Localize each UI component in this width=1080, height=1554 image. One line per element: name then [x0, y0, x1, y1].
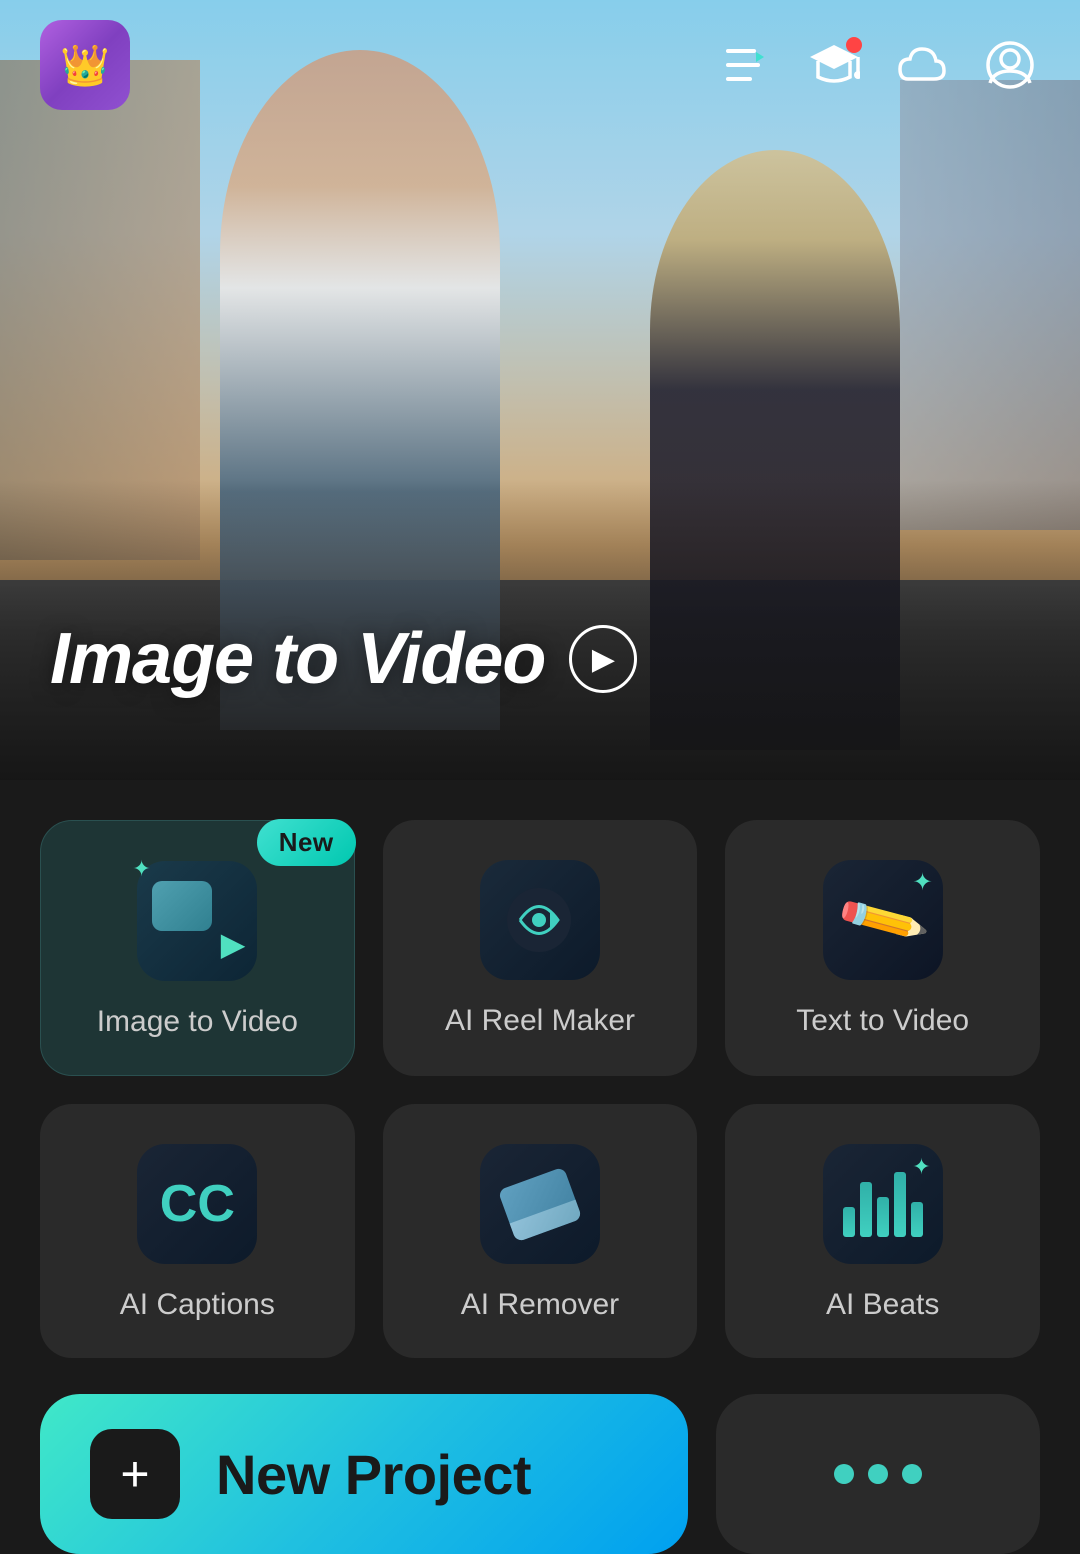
tool-card-ai-reel-maker[interactable]: AI Reel Maker	[383, 820, 698, 1076]
dot-1	[834, 1464, 854, 1484]
list-icon[interactable]	[716, 35, 776, 95]
more-dots	[834, 1464, 922, 1484]
ai-remover-icon-wrapper	[480, 1144, 600, 1264]
nav-icons-group	[716, 35, 1040, 95]
ai-reel-maker-icon-wrapper	[480, 860, 600, 980]
play-icon: ▶	[592, 642, 615, 677]
eraser-icon	[498, 1166, 583, 1242]
education-icon[interactable]	[804, 35, 864, 95]
pencil-sparkle-icon: ✦	[913, 868, 933, 897]
beat-bar-4	[894, 1172, 906, 1237]
ai-remover-icon	[480, 1144, 600, 1264]
hero-section: 👑	[0, 0, 1080, 780]
beat-bar-2	[860, 1182, 872, 1237]
beats-sparkle-icon: ✦	[912, 1154, 930, 1180]
tool-label-ai-reel-maker: AI Reel Maker	[445, 1004, 635, 1038]
tool-card-ai-remover[interactable]: AI Remover	[383, 1104, 698, 1358]
dot-2	[868, 1464, 888, 1484]
new-project-button[interactable]: + New Project	[40, 1394, 688, 1554]
top-navigation: 👑	[0, 0, 1080, 100]
tool-card-ai-beats[interactable]: ✦ AI Beats	[725, 1104, 1040, 1358]
ai-captions-icon-wrapper: CC	[137, 1144, 257, 1264]
crown-icon: 👑	[60, 42, 110, 89]
notification-badge	[846, 37, 862, 53]
beat-bar-5	[911, 1202, 923, 1237]
image-to-video-icon: ✦	[137, 861, 257, 981]
more-options-button[interactable]	[716, 1394, 1040, 1554]
ai-reel-maker-icon	[480, 860, 600, 980]
cloud-icon[interactable]	[892, 35, 952, 95]
app-logo[interactable]: 👑	[40, 20, 130, 110]
tool-card-text-to-video[interactable]: ✏️ ✦ Text to Video	[725, 820, 1040, 1076]
ai-captions-icon: CC	[137, 1144, 257, 1264]
tool-label-text-to-video: Text to Video	[796, 1004, 969, 1038]
tool-card-image-to-video[interactable]: New ✦ Image to Video	[40, 820, 355, 1076]
tool-label-ai-beats: AI Beats	[826, 1288, 939, 1322]
cc-icon: CC	[160, 1174, 235, 1234]
tool-label-ai-remover: AI Remover	[461, 1288, 619, 1322]
ai-beats-icon: ✦	[823, 1144, 943, 1264]
new-project-label: New Project	[216, 1442, 531, 1507]
beat-bar-3	[877, 1197, 889, 1237]
hero-title: Image to Video	[50, 618, 545, 700]
image-to-video-icon-wrapper: ✦	[137, 861, 257, 981]
hero-play-button[interactable]: ▶	[569, 625, 637, 693]
sparkle-icon: ✦	[132, 856, 150, 882]
beat-bar-1	[843, 1207, 855, 1237]
new-badge: New	[257, 819, 356, 866]
beats-bars	[843, 1172, 923, 1237]
hero-building-right	[900, 80, 1080, 530]
ai-beats-icon-wrapper: ✦	[823, 1144, 943, 1264]
tool-card-ai-captions[interactable]: CC AI Captions	[40, 1104, 355, 1358]
text-to-video-icon-wrapper: ✏️ ✦	[823, 860, 943, 980]
hero-title-group: Image to Video ▶	[50, 618, 637, 700]
tool-label-ai-captions: AI Captions	[120, 1288, 275, 1322]
text-to-video-icon: ✏️ ✦	[823, 860, 943, 980]
tool-label-image-to-video: Image to Video	[97, 1005, 298, 1039]
tools-grid: New ✦ Image to Video	[40, 820, 1040, 1358]
profile-icon[interactable]	[980, 35, 1040, 95]
main-content: New ✦ Image to Video	[0, 780, 1080, 1528]
dot-3	[902, 1464, 922, 1484]
bottom-actions: + New Project	[40, 1394, 1040, 1554]
plus-icon: +	[90, 1429, 180, 1519]
